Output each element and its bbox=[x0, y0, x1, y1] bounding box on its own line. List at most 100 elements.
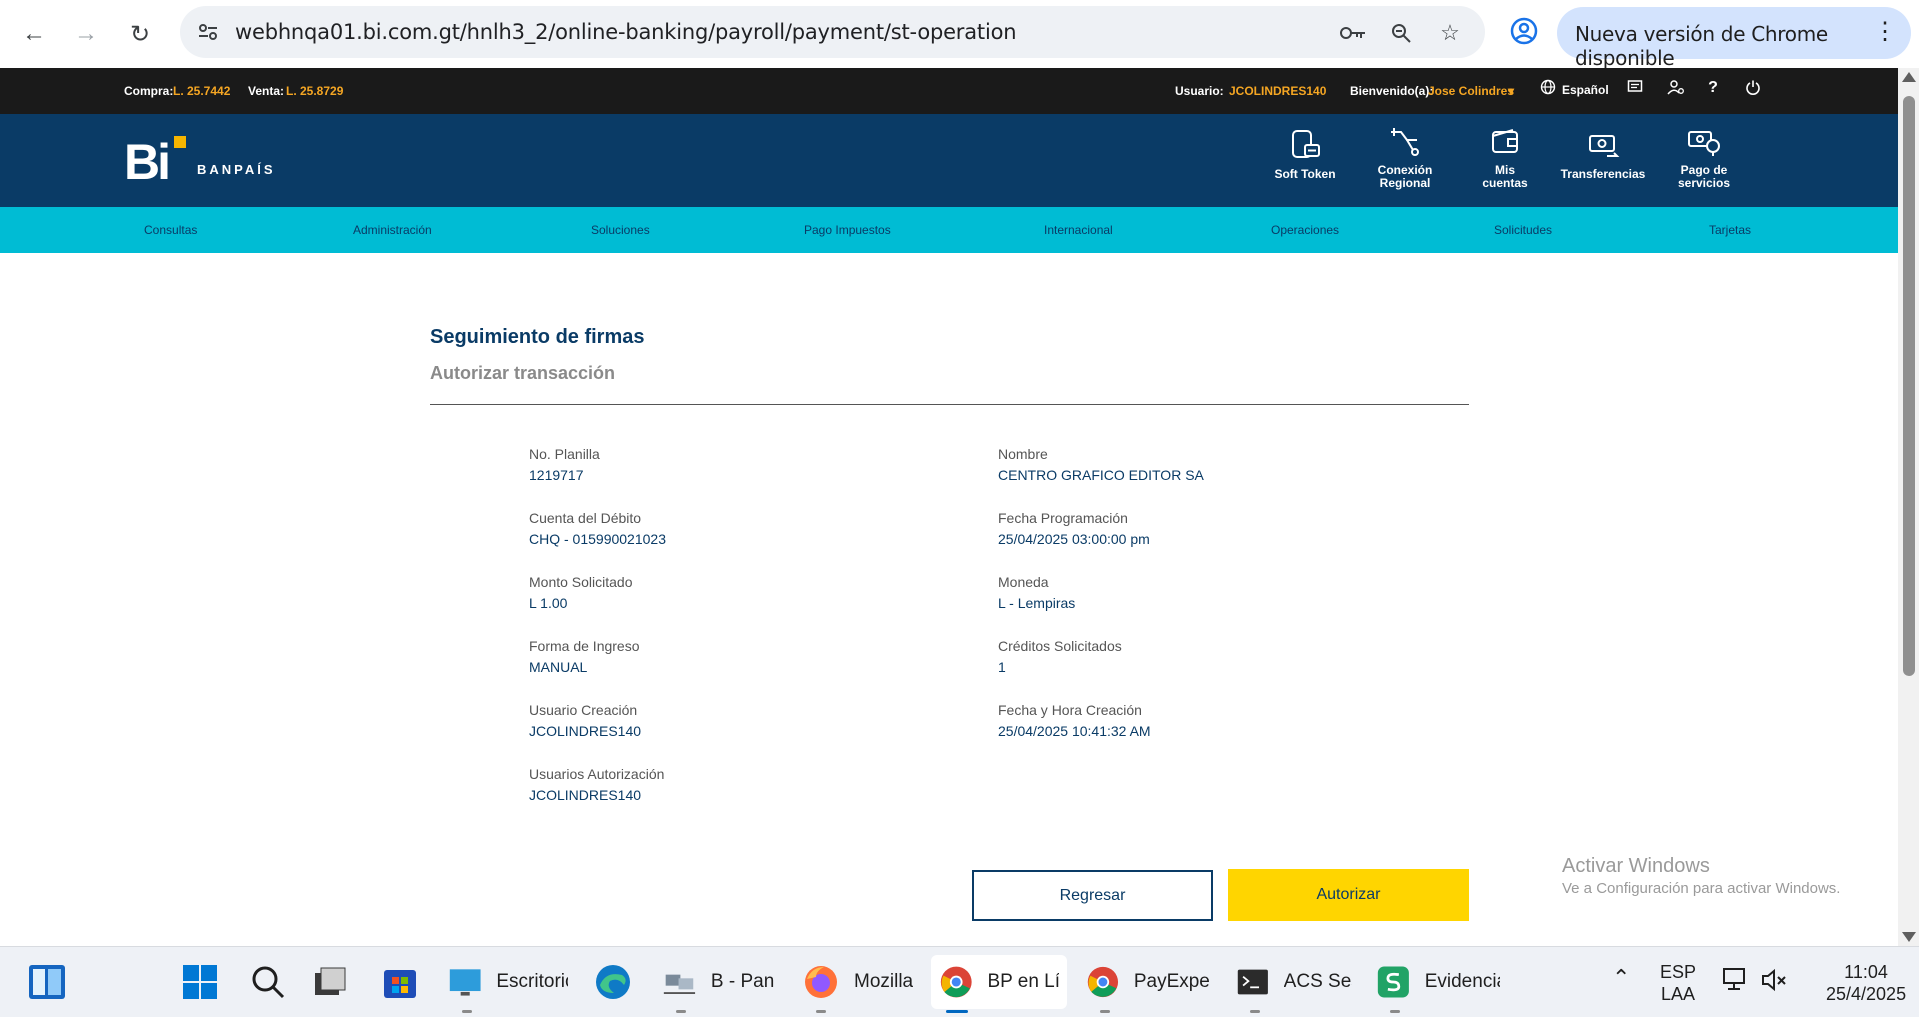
forward-arrow-icon[interactable]: → bbox=[66, 14, 106, 54]
field-cuenta-debito: Cuenta del Débito CHQ - 015990021023 bbox=[529, 510, 929, 547]
pago-servicios-line2: servicios bbox=[1677, 176, 1731, 190]
menu-item-operaciones[interactable]: Operaciones bbox=[1271, 223, 1339, 237]
field-value: CHQ - 015990021023 bbox=[529, 531, 666, 547]
windows-start-icon bbox=[183, 965, 217, 999]
user-chevron-down-icon[interactable]: ▾ bbox=[1508, 84, 1514, 98]
mis-cuentas-button[interactable]: Mis cuentas bbox=[1460, 126, 1550, 190]
taskbar-app-mozilla[interactable]: Mozilla bbox=[802, 955, 914, 1009]
taskbar-app-bp-en-linea[interactable]: BP en Lír bbox=[931, 955, 1067, 1009]
profile-icon[interactable] bbox=[1507, 14, 1541, 48]
menu-item-internacional[interactable]: Internacional bbox=[1044, 223, 1113, 237]
field-usuario-creacion: Usuario Creación JCOLINDRES140 bbox=[529, 702, 929, 739]
soft-token-button[interactable]: Soft Token bbox=[1260, 128, 1350, 181]
bienvenido-label: Bienvenido(a): bbox=[1350, 84, 1434, 98]
field-no-planilla: No. Planilla 1219717 bbox=[529, 446, 929, 483]
field-label: Fecha y Hora Creación bbox=[998, 702, 1142, 718]
autorizar-button[interactable]: Autorizar bbox=[1228, 869, 1469, 921]
mis-cuentas-line2: cuentas bbox=[1482, 176, 1528, 190]
conexion-regional-button[interactable]: Conexión Regional bbox=[1360, 126, 1450, 190]
field-label: Fecha Programación bbox=[998, 510, 1128, 526]
menu-item-administracion[interactable]: Administración bbox=[353, 223, 432, 237]
field-value: L - Lempiras bbox=[998, 595, 1076, 611]
url-text[interactable]: webhnqa01.bi.com.gt/hnlh3_2/online-banki… bbox=[235, 20, 1017, 44]
menu-item-soluciones[interactable]: Soluciones bbox=[591, 223, 650, 237]
menu-item-tarjetas[interactable]: Tarjetas bbox=[1709, 223, 1751, 237]
language-code: ESP bbox=[1660, 962, 1697, 982]
system-clock[interactable]: 11:04 25/4/2025 bbox=[1826, 961, 1906, 1005]
bookmark-star-icon[interactable]: ☆ bbox=[1435, 18, 1465, 48]
volume-muted-icon[interactable] bbox=[1760, 967, 1788, 998]
regresar-button[interactable]: Regresar bbox=[972, 870, 1213, 921]
venta-value: L. 25.8729 bbox=[286, 84, 344, 98]
top-info-bar: Compra: L. 25.7442 Venta: L. 25.8729 Usu… bbox=[0, 68, 1898, 114]
scroll-up-arrow-icon[interactable] bbox=[1902, 72, 1916, 82]
bienvenido-user-dropdown[interactable]: Jose Colindres bbox=[1428, 84, 1514, 98]
more-menu-icon[interactable]: ⋮ bbox=[1873, 17, 1897, 46]
field-label: Forma de Ingreso bbox=[529, 638, 640, 654]
field-fecha-hora-creacion: Fecha y Hora Creación 25/04/2025 10:41:3… bbox=[998, 702, 1398, 739]
messages-icon[interactable] bbox=[1624, 79, 1646, 101]
taskbar-app-escritorio[interactable]: Escritorio bbox=[448, 955, 568, 1009]
field-value: MANUAL bbox=[529, 659, 588, 675]
site-settings-icon[interactable] bbox=[192, 16, 224, 48]
field-value: JCOLINDRES140 bbox=[529, 787, 642, 803]
field-label: Moneda bbox=[998, 574, 1049, 590]
transfer-money-icon bbox=[1589, 135, 1620, 157]
field-creditos-solicitados: Créditos Solicitados 1 bbox=[998, 638, 1398, 675]
zoom-icon[interactable] bbox=[1386, 18, 1416, 48]
globe-icon[interactable] bbox=[1537, 79, 1559, 101]
field-value: L 1.00 bbox=[529, 595, 568, 611]
back-arrow-icon[interactable]: ← bbox=[14, 14, 54, 54]
windows-taskbar: Escritorio B - Pant Mozilla BP en Lír Pa… bbox=[0, 946, 1919, 1017]
spreadsheet-icon bbox=[1377, 966, 1409, 998]
scroll-thumb[interactable] bbox=[1903, 96, 1915, 676]
network-icon[interactable] bbox=[1722, 967, 1750, 998]
menu-item-consultas[interactable]: Consultas bbox=[144, 223, 197, 237]
edge-button[interactable] bbox=[594, 955, 632, 1009]
chrome-icon bbox=[940, 966, 972, 998]
taskbar-app-acs-ses[interactable]: ACS Ses bbox=[1236, 955, 1352, 1009]
transferencias-button[interactable]: Transferencias bbox=[1558, 128, 1648, 181]
network-app-icon bbox=[663, 974, 696, 994]
reload-icon[interactable]: ↻ bbox=[120, 14, 160, 54]
power-icon[interactable] bbox=[1742, 79, 1764, 101]
store-button[interactable] bbox=[382, 955, 418, 1009]
input-language-indicator[interactable]: ESP LAA bbox=[1660, 961, 1696, 1005]
taskbar-app-payexpec[interactable]: PayExpec bbox=[1086, 955, 1210, 1009]
language-selector[interactable]: Español bbox=[1562, 83, 1609, 97]
widgets-button[interactable] bbox=[28, 955, 66, 1009]
task-view-button[interactable] bbox=[312, 955, 348, 1009]
field-fecha-programacion: Fecha Programación 25/04/2025 03:00:00 p… bbox=[998, 510, 1398, 547]
page-scrollbar[interactable] bbox=[1898, 68, 1919, 946]
active-indicator bbox=[946, 1010, 968, 1013]
scroll-down-arrow-icon[interactable] bbox=[1902, 932, 1916, 942]
task-view-icon bbox=[315, 967, 346, 995]
transferencias-label: Transferencias bbox=[1560, 167, 1646, 181]
running-indicator bbox=[1390, 1010, 1400, 1013]
widgets-icon bbox=[29, 965, 65, 999]
field-value: 1219717 bbox=[529, 467, 584, 483]
clock-time: 11:04 bbox=[1844, 962, 1888, 982]
field-label: No. Planilla bbox=[529, 446, 600, 462]
pago-servicios-button[interactable]: Pago de servicios bbox=[1659, 126, 1749, 190]
menu-item-pago-impuestos[interactable]: Pago Impuestos bbox=[804, 223, 891, 237]
taskbar-app-evidencia[interactable]: Evidencia bbox=[1376, 955, 1500, 1009]
search-icon bbox=[252, 966, 285, 999]
field-label: Usuario Creación bbox=[529, 702, 638, 718]
menu-item-solicitudes[interactable]: Solicitudes bbox=[1494, 223, 1552, 237]
chrome-update-button[interactable]: Nueva versión de Chrome disponible ⋮ bbox=[1557, 7, 1911, 70]
search-button[interactable] bbox=[250, 955, 286, 1009]
wallet-icon bbox=[1492, 129, 1518, 153]
taskbar-app-label: BP en Lír bbox=[987, 971, 1059, 992]
running-indicator bbox=[1250, 1010, 1260, 1013]
user-settings-icon[interactable] bbox=[1665, 79, 1687, 101]
field-usuarios-autorizacion: Usuarios Autorización JCOLINDRES140 bbox=[529, 766, 929, 803]
soft-token-icon bbox=[1292, 130, 1320, 158]
password-key-icon[interactable] bbox=[1338, 18, 1368, 48]
address-bar[interactable]: webhnqa01.bi.com.gt/hnlh3_2/online-banki… bbox=[180, 6, 1485, 58]
usuario-label: Usuario: bbox=[1175, 84, 1224, 98]
help-icon[interactable]: ? bbox=[1702, 79, 1724, 101]
taskbar-app-b-pant[interactable]: B - Pant bbox=[662, 955, 774, 1009]
start-button[interactable] bbox=[182, 955, 218, 1009]
show-hidden-icons-chevron-up-icon[interactable]: ⌃ bbox=[1612, 967, 1630, 989]
